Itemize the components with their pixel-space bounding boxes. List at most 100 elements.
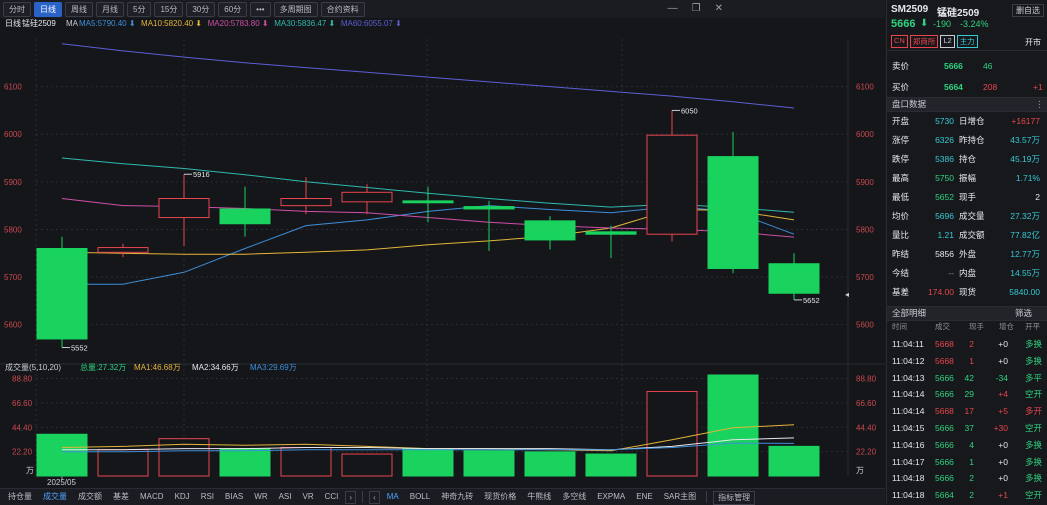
volume-bar xyxy=(463,450,515,477)
scroll-right-button[interactable]: › xyxy=(345,491,357,504)
tick-open-close: 空开 xyxy=(1025,423,1043,433)
annotation-label: 5552 xyxy=(71,344,88,353)
filter-button[interactable]: 筛选 xyxy=(1015,307,1032,320)
tick-open-close: 多换 xyxy=(1025,339,1043,349)
y-tick-label-right: 6000 xyxy=(856,130,874,139)
detail-header-row: 时间 成交 现手 增仓 开平 xyxy=(887,320,1047,334)
restore-icon[interactable]: ❐ xyxy=(692,3,701,14)
chart-instrument-label: 锰硅2509 xyxy=(22,18,56,28)
trade-tick-row: 11:04:15 5666 37 +30 空开 xyxy=(887,420,1047,436)
stat-label: 基差 xyxy=(892,287,910,297)
period-tab[interactable]: 多周期图 xyxy=(273,2,318,17)
stat-label: 现货 xyxy=(959,287,977,297)
tick-time: 11:04:11 xyxy=(892,339,924,349)
tick-qty: 2 xyxy=(969,473,974,484)
volume-bar xyxy=(524,451,576,477)
overlay-tab[interactable]: 神奇九砖 xyxy=(437,491,477,503)
bid-volume: 208 xyxy=(983,82,998,92)
indicator-bar: 持仓量 成交量 成交额 基差 MACD KDJ RSI BIAS WR ASI VR CCI › ‹ MA B… xyxy=(0,488,885,505)
trade-tick-row: 11:04:18 5666 2 +0 多换 xyxy=(887,470,1047,486)
more-icon[interactable]: ⋮ xyxy=(1035,98,1044,111)
volume-bar xyxy=(36,433,88,477)
stat-row: 涨停 6326 昨持仓 43.57万 xyxy=(887,131,1047,149)
overlay-tab[interactable]: 牛熊线 xyxy=(523,491,555,503)
y-tick-label-right: 5600 xyxy=(856,321,874,330)
chart-period-label: 日线 xyxy=(5,18,21,28)
indicator-tab[interactable]: 成交量 xyxy=(39,491,71,503)
volume-ma-legend: MA2:34.66万 xyxy=(192,363,239,372)
period-tab[interactable]: 15分 xyxy=(154,2,184,17)
stat-value: 5840.00 xyxy=(1009,287,1040,297)
tick-price: 5666 xyxy=(935,456,954,467)
y-tick-label-left: 6000 xyxy=(4,130,22,139)
y-tick-label-left: 6100 xyxy=(4,83,22,92)
detail-column-header: 时间 xyxy=(892,322,907,331)
volume-bar xyxy=(219,448,271,477)
x-tick-label: 2025/05 xyxy=(47,478,76,487)
indicator-tab[interactable]: 持仓量 xyxy=(4,491,36,503)
stat-label: 涨停 xyxy=(892,135,910,145)
tick-qty: 2 xyxy=(969,490,974,501)
panel-header-trade-detail: 全部明细 筛选 xyxy=(887,306,1047,321)
remove-favorite-button[interactable]: 删自选 xyxy=(1012,4,1044,17)
tick-price: 5668 xyxy=(935,406,954,417)
stat-value: 27.32万 xyxy=(1010,211,1040,221)
stat-label: 量比 xyxy=(892,230,910,240)
period-tab[interactable]: 分时 xyxy=(3,2,31,17)
stat-row: 最低 5652 现手 2 xyxy=(887,188,1047,206)
volume-bar xyxy=(280,446,332,477)
price-change: -190 xyxy=(933,19,952,29)
indicator-manage-button[interactable]: 指标管理 xyxy=(713,491,756,505)
indicator-tab[interactable]: BIAS xyxy=(221,491,247,503)
tick-open-close: 多换 xyxy=(1025,473,1043,484)
kline-chart[interactable]: 日线 锰硅2509 MA MA5:5790.40 ⬇ MA10:5820.40 ⬇ MA2… xyxy=(0,18,885,488)
stat-value: 5856 xyxy=(935,249,954,259)
indicator-tab[interactable]: VR xyxy=(299,491,318,503)
period-tab[interactable]: ••• xyxy=(250,2,271,17)
overlay-tab[interactable]: ENE xyxy=(632,491,656,503)
stat-label: 今结 xyxy=(892,268,910,278)
stat-label: 开盘 xyxy=(892,116,910,126)
period-tab[interactable]: 60分 xyxy=(218,2,248,17)
instrument-name: 锰硅2509 xyxy=(937,8,980,19)
period-tab[interactable]: 合约资料 xyxy=(320,2,365,17)
tick-oi-change: +30 xyxy=(993,423,1008,433)
minimize-icon[interactable]: — xyxy=(668,3,678,14)
period-tab[interactable]: 日线 xyxy=(34,2,62,17)
period-tab[interactable]: 30分 xyxy=(186,2,216,17)
overlay-tab[interactable]: 多空线 xyxy=(558,491,590,503)
indicator-tab[interactable]: 基差 xyxy=(109,491,133,503)
indicator-tab[interactable]: CCI xyxy=(321,491,343,503)
period-tab[interactable]: 月线 xyxy=(96,2,124,17)
tick-oi-change: +0 xyxy=(998,456,1008,467)
tick-price: 5666 xyxy=(935,473,954,484)
candle-body xyxy=(524,220,576,241)
period-tab[interactable]: 周线 xyxy=(65,2,93,17)
tick-oi-change: +0 xyxy=(998,339,1008,349)
candle-body xyxy=(463,206,515,210)
candle-body xyxy=(219,208,271,225)
indicator-tab[interactable]: RSI xyxy=(197,491,218,503)
indicator-tab[interactable]: ASI xyxy=(275,491,296,503)
indicator-tab[interactable]: 成交额 xyxy=(74,491,106,503)
stat-label: 内盘 xyxy=(959,268,977,278)
period-tabs: 分时 日线 周线 月线 5分 15分 30分 60分 ••• 多周期图 合约资料 xyxy=(3,2,365,17)
indicator-tab[interactable]: KDJ xyxy=(171,491,194,503)
overlay-tab[interactable]: MA xyxy=(383,491,403,503)
overlay-tab[interactable]: BOLL xyxy=(406,491,434,503)
close-icon[interactable]: ✕ xyxy=(715,3,723,14)
tick-price: 5668 xyxy=(935,339,954,349)
tick-qty: 17 xyxy=(964,406,974,417)
scroll-left-button[interactable]: ‹ xyxy=(369,491,380,504)
overlay-tab[interactable]: EXPMA xyxy=(593,491,629,503)
indicator-tab[interactable]: WR xyxy=(250,491,271,503)
overlay-tab[interactable]: SAR主图 xyxy=(660,491,700,503)
overlay-tab[interactable]: 现货价格 xyxy=(480,491,520,503)
instrument-tags: CN 郑商所 L2 主力 xyxy=(891,35,978,48)
indicator-tab[interactable]: MACD xyxy=(136,491,168,503)
y-tick-label-left: 5600 xyxy=(4,321,22,330)
period-tab[interactable]: 5分 xyxy=(127,2,152,17)
last-price: 5666 xyxy=(891,18,916,30)
ma-legend-label: MA60:6055.07 ⬇ xyxy=(341,19,402,28)
ask-volume: 46 xyxy=(983,61,993,71)
